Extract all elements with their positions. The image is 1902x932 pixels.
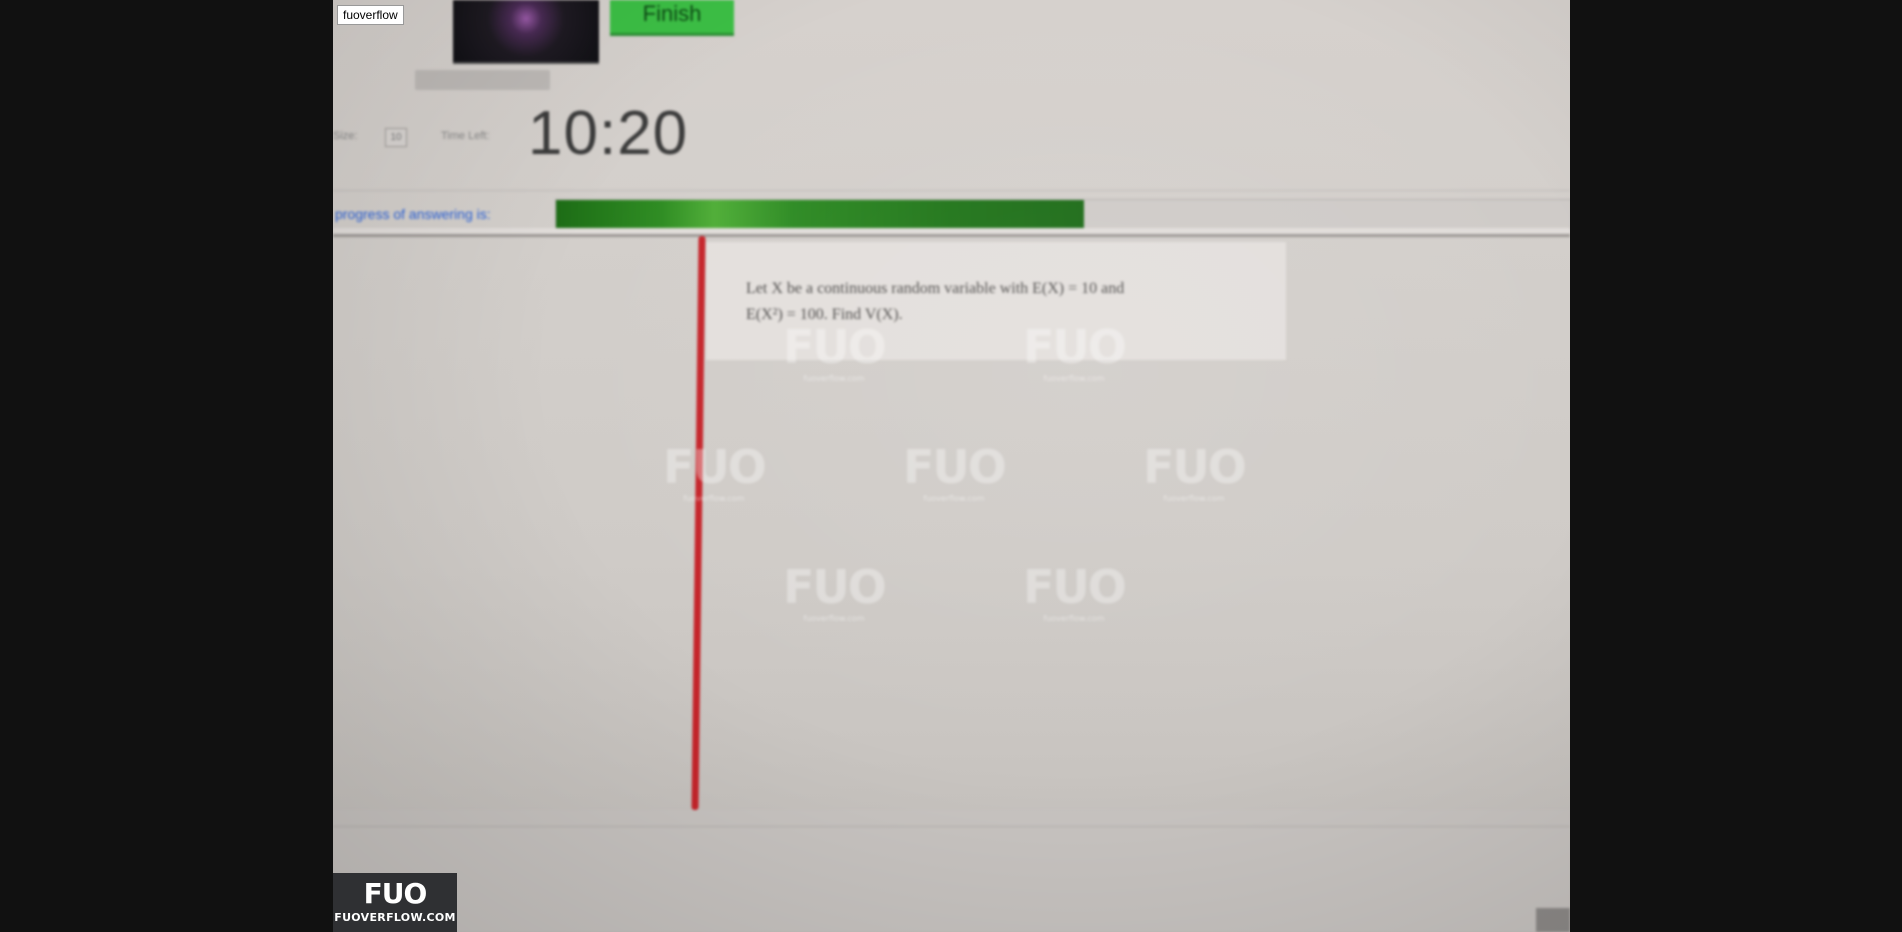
- watermark: FUO fuoverflow.com: [1023, 320, 1127, 383]
- bottom-panel: [333, 810, 1570, 932]
- progress-bar: [555, 199, 1570, 229]
- watermark: FUO fuoverflow.com: [783, 320, 887, 383]
- watermark: FUO fuoverflow.com: [1023, 560, 1127, 623]
- logo-url: FUOVERFLOW.COM: [334, 911, 456, 924]
- size-label: Size:: [333, 130, 358, 142]
- site-logo: FUO FUOVERFLOW.COM: [333, 873, 457, 932]
- watermark: FUO fuoverflow.com: [903, 440, 1007, 503]
- source-tag: fuoverflow: [337, 5, 404, 25]
- watermark: FUO fuoverflow.com: [663, 440, 767, 503]
- size-input[interactable]: 10: [385, 128, 407, 147]
- logo-mark: FUO: [363, 877, 428, 910]
- size-control: Size:: [333, 130, 357, 142]
- secondary-button[interactable]: [415, 70, 550, 90]
- time-left-label: Time Left:: [441, 130, 490, 142]
- scroll-corner[interactable]: [1536, 908, 1570, 932]
- screen-photo: Finish Size: 10 Time Left: 10:20 progres…: [333, 0, 1570, 932]
- progress-fill: [556, 200, 1084, 228]
- time-left-clock: 10:20: [528, 99, 689, 168]
- divider: [333, 190, 1570, 191]
- content-border: [333, 234, 1570, 237]
- avatar: [453, 0, 599, 64]
- watermark: FUO fuoverflow.com: [783, 560, 887, 623]
- divider: [333, 826, 1570, 827]
- watermark: FUO fuoverflow.com: [1143, 440, 1247, 503]
- question-panel-divider: [691, 236, 706, 810]
- finish-button[interactable]: Finish: [610, 0, 734, 36]
- exam-screen: Finish Size: 10 Time Left: 10:20 progres…: [333, 0, 1570, 932]
- progress-label: progress of answering is:: [335, 206, 491, 222]
- question-line: Let X be a continuous random variable wi…: [746, 280, 1125, 297]
